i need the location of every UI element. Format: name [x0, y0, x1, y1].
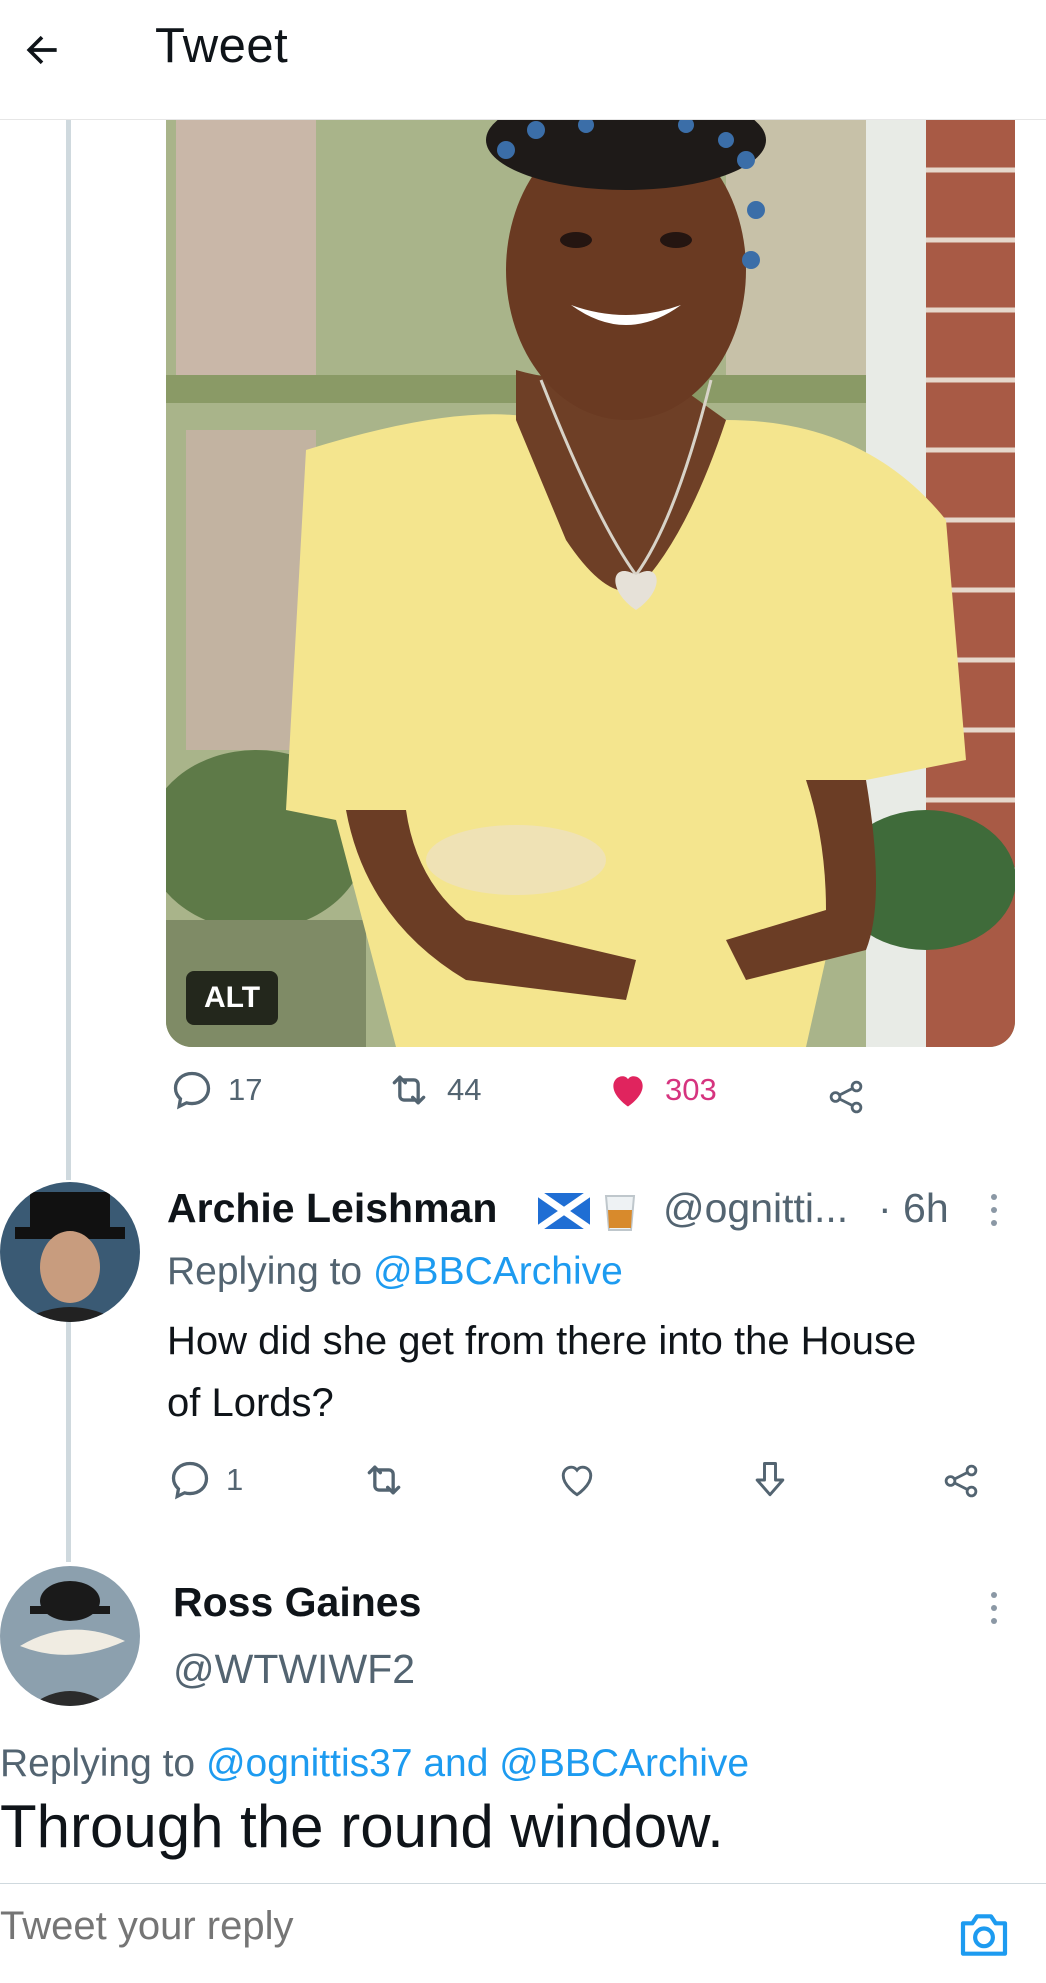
downvote-button[interactable]: [748, 1458, 792, 1502]
arrow-down-icon: [755, 1462, 785, 1497]
retweet-button[interactable]: 44: [385, 1068, 481, 1112]
retweet-icon: [392, 1075, 426, 1105]
like-button[interactable]: [554, 1458, 600, 1502]
scotland-flag-icon: [536, 1190, 592, 1232]
retweet-icon: [367, 1465, 401, 1495]
reply-button[interactable]: 17: [170, 1068, 262, 1112]
top-bar: Tweet: [0, 0, 1046, 120]
heart-filled-icon: [613, 1076, 643, 1107]
avatar[interactable]: [0, 1566, 140, 1706]
comment-icon: [171, 1461, 209, 1500]
camera-button[interactable]: [956, 1909, 1012, 1966]
author-handle[interactable]: @ognitti...: [663, 1185, 848, 1232]
reply-composer: [0, 1883, 1046, 1983]
share-button[interactable]: [823, 1076, 869, 1118]
share-button[interactable]: [938, 1460, 984, 1502]
camera-icon: [960, 1914, 1008, 1956]
share-icon: [944, 1464, 978, 1498]
more-options-button[interactable]: [984, 1588, 1004, 1628]
author-name[interactable]: Archie Leishman: [167, 1185, 497, 1232]
retweet-count: 44: [447, 1072, 482, 1107]
avatar-image: [0, 1182, 140, 1322]
alt-badge[interactable]: ALT: [186, 971, 279, 1025]
retweet-button[interactable]: [360, 1458, 408, 1502]
timestamp: · 6h: [878, 1185, 949, 1231]
back-button[interactable]: [14, 22, 70, 78]
share-icon: [829, 1080, 863, 1114]
like-count: 303: [665, 1072, 717, 1107]
mention-link[interactable]: @ognittis37 and @BBCArchive: [206, 1742, 749, 1785]
whisky-glass-icon: [600, 1190, 640, 1234]
tweet-text: Through the round window.: [0, 1793, 724, 1860]
reply-input[interactable]: [0, 1904, 515, 1949]
reply-count: 17: [228, 1072, 263, 1107]
page-title: Tweet: [155, 19, 289, 73]
avatar-image: [0, 1566, 140, 1706]
arrow-left-icon: [26, 35, 57, 65]
mention-link[interactable]: @BBCArchive: [373, 1250, 623, 1293]
more-options-button[interactable]: [984, 1190, 1004, 1230]
comment-icon: [173, 1071, 211, 1110]
thread-line: [66, 1322, 71, 1562]
avatar[interactable]: [0, 1182, 140, 1322]
thread-line: [66, 120, 71, 1180]
replying-to: Replying to @ognittis37 and @BBCArchive: [0, 1742, 750, 1785]
author-name[interactable]: Ross Gaines: [173, 1579, 421, 1626]
author-handle[interactable]: @WTWIWF2: [173, 1646, 415, 1693]
replying-to: Replying to @BBCArchive: [167, 1250, 623, 1293]
tweet-image[interactable]: ALT: [166, 120, 1015, 1047]
heart-outline-icon: [561, 1465, 593, 1497]
tweet-text: How did she get from there into the Hous…: [167, 1319, 917, 1425]
reply-count: 1: [226, 1462, 244, 1497]
photo-illustration: [166, 120, 1015, 1047]
reply-button[interactable]: 1: [168, 1458, 243, 1502]
like-button[interactable]: 303: [605, 1068, 717, 1112]
